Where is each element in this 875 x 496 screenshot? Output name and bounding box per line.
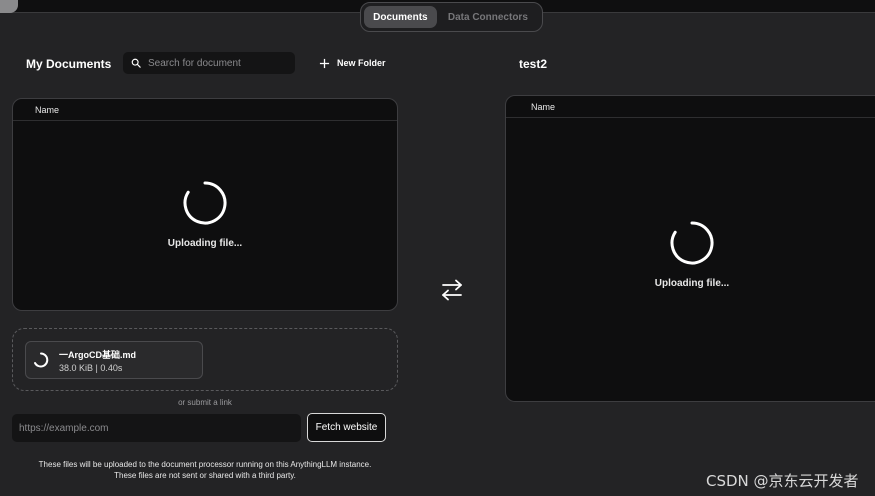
my-documents-panel: Name Uploading file...	[12, 98, 398, 311]
swap-arrows-icon[interactable]	[440, 278, 464, 302]
tab-data-connectors[interactable]: Data Connectors	[437, 6, 539, 28]
file-name: 一ArgoCD基础.md	[59, 349, 136, 360]
file-info: 38.0 KiB | 0.40s	[59, 362, 123, 373]
uploading-label: Uploading file...	[167, 238, 243, 249]
upload-status: Uploading file...	[13, 180, 397, 249]
fetch-website-button[interactable]: Fetch website	[307, 413, 386, 442]
search-input[interactable]	[148, 57, 288, 69]
workspace-upload-status: Uploading file...	[506, 220, 875, 289]
spinner-icon	[670, 221, 714, 265]
workspace-panel: Name Uploading file...	[505, 95, 875, 402]
name-column-label: Name	[35, 104, 60, 115]
workspace-uploading-label: Uploading file...	[654, 278, 730, 289]
url-input[interactable]	[12, 414, 301, 442]
search-icon	[131, 58, 141, 68]
plus-icon	[319, 58, 330, 68]
uploading-file-card: 一ArgoCD基础.md 38.0 KiB | 0.40s	[25, 341, 203, 379]
upload-dropzone[interactable]: 一ArgoCD基础.md 38.0 KiB | 0.40s	[12, 328, 398, 391]
new-folder-button[interactable]: New Folder	[319, 56, 386, 70]
workspace-name-column-label: Name	[531, 101, 556, 112]
workspace-title: test2	[519, 57, 548, 71]
spinner-icon	[34, 352, 49, 368]
watermark: CSDN @京东云开发者	[706, 472, 859, 490]
or-submit-link-label: or submit a link	[178, 398, 232, 407]
new-folder-label: New Folder	[337, 58, 386, 68]
spinner-icon	[183, 181, 227, 225]
my-documents-title: My Documents	[26, 57, 112, 71]
sidebar-edge	[0, 0, 18, 13]
notice-line-2: These files are not sent or shared with …	[114, 471, 296, 480]
workspace-name-column-header[interactable]: Name	[506, 96, 875, 118]
tab-bar: Documents Data Connectors	[360, 2, 543, 32]
notice-line-1: These files will be uploaded to the docu…	[38, 460, 372, 469]
name-column-header[interactable]: Name	[13, 99, 397, 121]
search-box[interactable]	[123, 52, 295, 74]
tab-documents[interactable]: Documents	[364, 6, 437, 28]
